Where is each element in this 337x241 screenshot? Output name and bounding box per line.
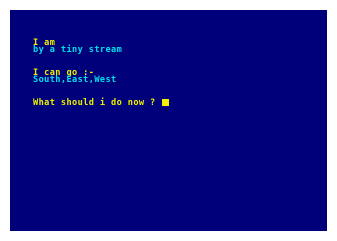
exits-directions: South,East,West bbox=[33, 75, 117, 85]
command-prompt: What should i do now ? bbox=[33, 98, 162, 108]
game-screen: I am by a tiny stream I can go :- South,… bbox=[10, 10, 327, 231]
location-description: by a tiny stream bbox=[33, 45, 123, 55]
screen-border: I am by a tiny stream I can go :- South,… bbox=[0, 0, 337, 241]
command-prompt-line[interactable]: What should i do now ? bbox=[33, 98, 170, 108]
text-cursor bbox=[162, 99, 170, 106]
